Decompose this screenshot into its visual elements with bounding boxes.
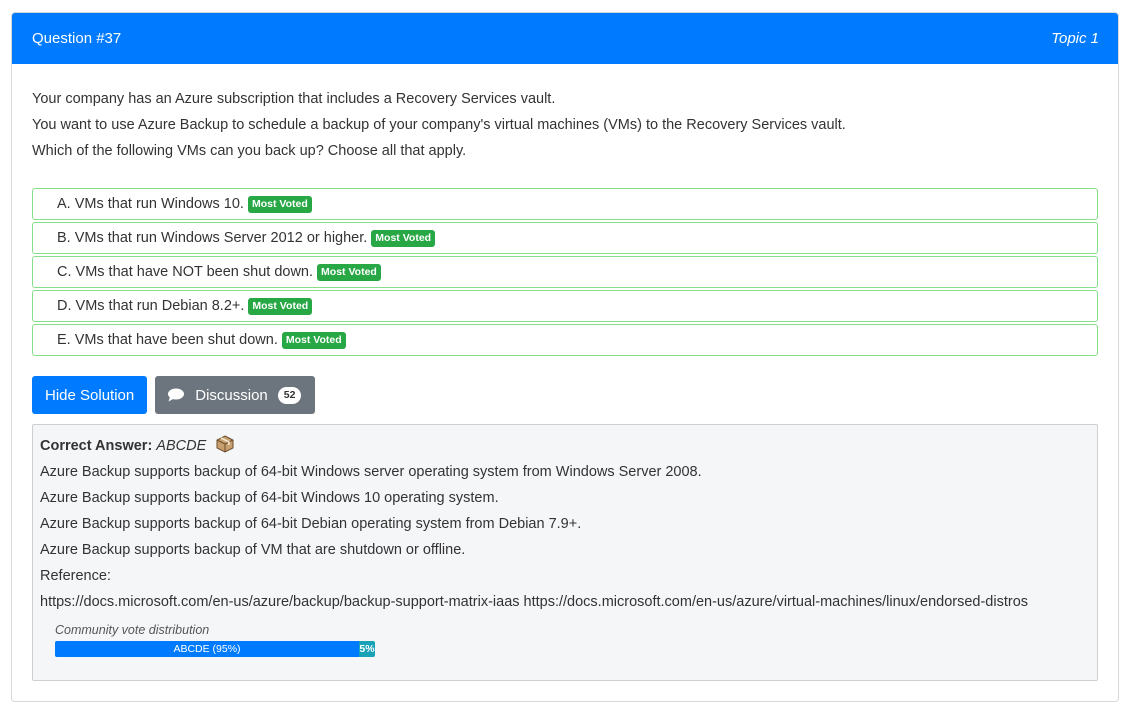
speech-bubble-icon xyxy=(168,388,185,402)
most-voted-badge: Most Voted xyxy=(317,263,381,281)
explanation-line: Azure Backup supports backup of 64-bit D… xyxy=(40,516,582,532)
action-buttons: Hide Solution Discussion 52 xyxy=(32,376,1098,414)
choice-list: A. VMs that run Windows 10. Most Voted B… xyxy=(32,188,1098,356)
choice-c[interactable]: C. VMs that have NOT been shut down. Mos… xyxy=(32,256,1098,288)
discussion-count-badge: 52 xyxy=(277,386,302,404)
choice-label: C. VMs that have NOT been shut down. xyxy=(57,264,314,280)
choice-d[interactable]: D. VMs that run Debian 8.2+. Most Voted xyxy=(32,290,1098,322)
most-voted-badge: Most Voted xyxy=(248,297,313,315)
most-voted-badge: Most Voted xyxy=(247,195,312,213)
explanation-line: Azure Backup supports backup of 64-bit W… xyxy=(40,464,702,480)
explanation-line: Azure Backup supports backup of VM that … xyxy=(40,542,466,558)
choice-b[interactable]: B. VMs that run Windows Server 2012 or h… xyxy=(32,222,1098,254)
question-line: You want to use Azure Backup to schedule… xyxy=(32,117,846,133)
answer-panel: Correct Answer: ABCDE Azure Backup suppor… xyxy=(32,424,1098,681)
choice-label: D. VMs that run Debian 8.2+. xyxy=(57,298,245,314)
vote-segment-other: 5% xyxy=(359,641,375,657)
discussion-label: Discussion xyxy=(195,386,268,404)
vote-segment-abcde: ABCDE (95%) xyxy=(55,641,359,657)
choice-label: A. VMs that run Windows 10. xyxy=(57,196,244,212)
most-voted-badge: Most Voted xyxy=(371,229,436,247)
question-number: Question #37 xyxy=(32,30,122,47)
question-text: Your company has an Azure subscription t… xyxy=(32,86,1098,164)
question-header: Question #37 Topic 1 xyxy=(12,13,1118,64)
discussion-button[interactable]: Discussion 52 xyxy=(155,376,316,414)
correct-answer-value: ABCDE xyxy=(156,438,207,454)
reference-label: Reference: xyxy=(40,568,111,584)
vote-bar: ABCDE (95%) 5% xyxy=(55,641,375,657)
choice-label: B. VMs that run Windows Server 2012 or h… xyxy=(57,230,368,246)
reference-links[interactable]: https://docs.microsoft.com/en-us/azure/b… xyxy=(40,589,1090,615)
explanation-line: Azure Backup supports backup of 64-bit W… xyxy=(40,490,499,506)
vote-distribution: Community vote distribution ABCDE (95%) … xyxy=(40,623,1090,657)
topic-label: Topic 1 xyxy=(1051,30,1099,47)
correct-answer-line: Correct Answer: ABCDE xyxy=(40,433,1090,459)
question-card: Question #37 Topic 1 Your company has an… xyxy=(11,12,1119,702)
choice-e[interactable]: E. VMs that have been shut down. Most Vo… xyxy=(32,324,1098,356)
vote-distribution-title: Community vote distribution xyxy=(55,623,210,637)
hide-solution-button[interactable]: Hide Solution xyxy=(32,376,148,414)
choice-a[interactable]: A. VMs that run Windows 10. Most Voted xyxy=(32,188,1098,220)
question-line: Your company has an Azure subscription t… xyxy=(32,91,556,107)
box-icon xyxy=(216,435,234,453)
correct-answer-label: Correct Answer: xyxy=(40,438,153,454)
question-line: Which of the following VMs can you back … xyxy=(32,143,467,159)
most-voted-badge: Most Voted xyxy=(281,331,346,349)
choice-label: E. VMs that have been shut down. xyxy=(57,332,278,348)
